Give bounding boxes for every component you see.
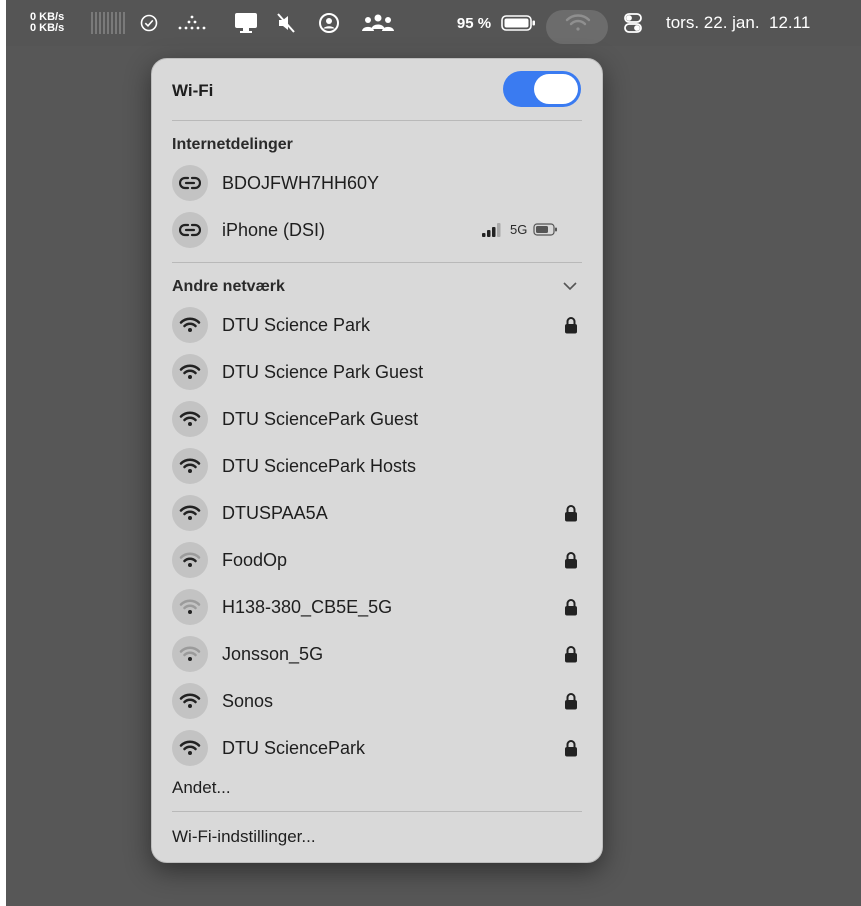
control-center-icon[interactable]	[616, 0, 650, 46]
divider	[172, 262, 582, 263]
network-name: FoodOp	[222, 550, 288, 570]
network-row[interactable]: Sonos	[172, 683, 584, 721]
lock-icon	[564, 645, 578, 663]
wifi-signal-icon	[172, 730, 208, 766]
network-speed[interactable]: 0 KB/s 0 KB/s	[30, 0, 82, 46]
network-row[interactable]: FoodOp	[172, 542, 584, 580]
network-name: Jonsson_5G	[222, 644, 324, 664]
network-name: Sonos	[222, 691, 274, 711]
menu-bar: 0 KB/s 0 KB/s 95 % tors. 22. jan. 12.11	[6, 0, 861, 46]
network-row[interactable]: DTU SciencePark Guest	[172, 401, 584, 439]
lock-icon	[564, 598, 578, 616]
toggle-knob	[534, 74, 578, 104]
cell-type-label: 5G	[510, 222, 528, 237]
network-row[interactable]: DTUSPAA5A	[172, 495, 584, 533]
network-name: DTU Science Park Guest	[222, 362, 424, 382]
network-name: DTU SciencePark Hosts	[222, 456, 417, 476]
people-icon[interactable]	[356, 0, 400, 46]
hotspot-status: 5G	[482, 222, 559, 237]
wifi-signal-icon	[172, 401, 208, 437]
hotspot-name: iPhone (DSI)	[222, 220, 326, 240]
user-circle-icon[interactable]	[312, 0, 346, 46]
lock-icon	[564, 316, 578, 334]
cell-signal-icon	[482, 222, 501, 237]
network-name: DTUSPAA5A	[222, 503, 328, 523]
net-down-label: 0 KB/s	[30, 22, 65, 34]
hotspot-row[interactable]: iPhone (DSI) 5G	[172, 212, 584, 250]
network-name: H138-380_CB5E_5G	[222, 597, 393, 617]
chevron-down-icon[interactable]	[562, 280, 578, 292]
network-name: DTU SciencePark	[222, 738, 366, 758]
hotspot-row[interactable]: BDOJFWH7HH60Y	[172, 165, 584, 203]
other-network-item[interactable]: Andet...	[172, 778, 231, 798]
battery-icon[interactable]	[498, 0, 540, 46]
hotspot-name: BDOJFWH7HH60Y	[222, 173, 380, 193]
check-circle-icon[interactable]	[134, 0, 164, 46]
panel-title: Wi-Fi	[172, 81, 214, 100]
muted-speaker-icon[interactable]	[269, 0, 303, 46]
wifi-signal-icon	[172, 542, 208, 578]
wifi-signal-icon	[172, 307, 208, 343]
wifi-signal-icon	[172, 495, 208, 531]
link-icon	[172, 165, 208, 201]
wifi-panel: Wi-Fi Internetdelinger BDOJFWH7HH60Y iPh…	[151, 58, 603, 863]
wifi-icon[interactable]	[562, 0, 594, 46]
wifi-signal-icon	[172, 683, 208, 719]
wifi-signal-icon	[172, 589, 208, 625]
lock-icon	[564, 692, 578, 710]
wifi-settings-item[interactable]: Wi-Fi-indstillinger...	[172, 827, 316, 847]
display-icon[interactable]	[229, 0, 263, 46]
network-row[interactable]: Jonsson_5G	[172, 636, 584, 674]
network-name: DTU SciencePark Guest	[222, 409, 419, 429]
link-icon	[172, 212, 208, 248]
dots-icon[interactable]	[174, 0, 210, 46]
other-networks-heading: Andre netværk	[172, 278, 285, 295]
hotspots-heading: Internetdelinger	[172, 136, 293, 153]
wifi-signal-icon	[172, 354, 208, 390]
battery-percent[interactable]: 95 %	[452, 0, 496, 46]
clock[interactable]: tors. 22. jan. 12.11	[666, 0, 856, 46]
network-row[interactable]: H138-380_CB5E_5G	[172, 589, 584, 627]
network-name: DTU Science Park	[222, 315, 371, 335]
network-row[interactable]: DTU Science Park	[172, 307, 584, 345]
divider	[172, 811, 582, 812]
network-row[interactable]: DTU SciencePark Hosts	[172, 448, 584, 486]
network-row[interactable]: DTU SciencePark	[172, 730, 584, 768]
network-row[interactable]: DTU Science Park Guest	[172, 354, 584, 392]
lock-icon	[564, 504, 578, 522]
wifi-signal-icon	[172, 448, 208, 484]
wifi-toggle[interactable]	[503, 71, 581, 107]
lock-icon	[564, 739, 578, 757]
lock-icon	[564, 551, 578, 569]
wifi-signal-icon	[172, 636, 208, 672]
hotspot-battery-icon	[533, 223, 558, 236]
divider	[172, 120, 582, 121]
network-activity-bars-icon	[90, 0, 130, 46]
